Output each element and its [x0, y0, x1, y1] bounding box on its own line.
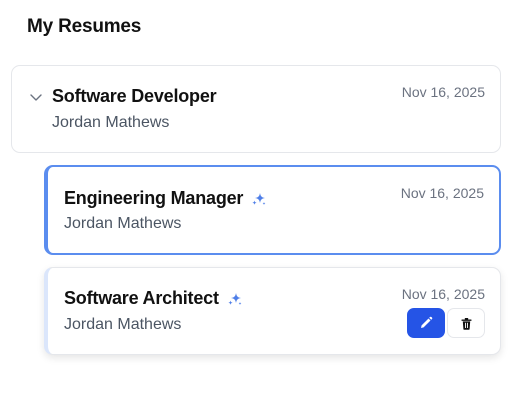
- resume-owner: Jordan Mathews: [64, 316, 182, 333]
- pencil-icon: [421, 316, 433, 328]
- resume-owner: Jordan Mathews: [64, 215, 182, 232]
- resume-title: Engineering Manager: [64, 188, 244, 208]
- sparkles-icon: [252, 192, 266, 205]
- edit-button[interactable]: [407, 308, 445, 338]
- resume-card-software-architect[interactable]: Software Architect Jordan Mathews Nov 16…: [44, 267, 501, 355]
- resume-card-software-developer[interactable]: Software Developer Jordan Mathews Nov 16…: [11, 65, 501, 153]
- resume-date: Nov 16, 2025: [400, 185, 484, 201]
- resume-title: Software Developer: [52, 86, 217, 106]
- trash-icon: [461, 317, 471, 330]
- resume-title-row: Software Architect: [64, 288, 243, 309]
- resume-owner: Jordan Mathews: [52, 114, 170, 131]
- resume-title: Software Architect: [64, 288, 219, 308]
- resume-date: Nov 16, 2025: [401, 286, 485, 302]
- page-title: My Resumes: [27, 16, 142, 37]
- chevron-down-icon[interactable]: [29, 90, 43, 104]
- resume-title-row: Engineering Manager: [64, 188, 267, 209]
- resume-card-engineering-manager[interactable]: Engineering Manager Jordan Mathews Nov 1…: [44, 165, 501, 255]
- sparkles-icon: [228, 292, 242, 305]
- resume-date: Nov 16, 2025: [401, 84, 485, 100]
- delete-button[interactable]: [447, 308, 485, 338]
